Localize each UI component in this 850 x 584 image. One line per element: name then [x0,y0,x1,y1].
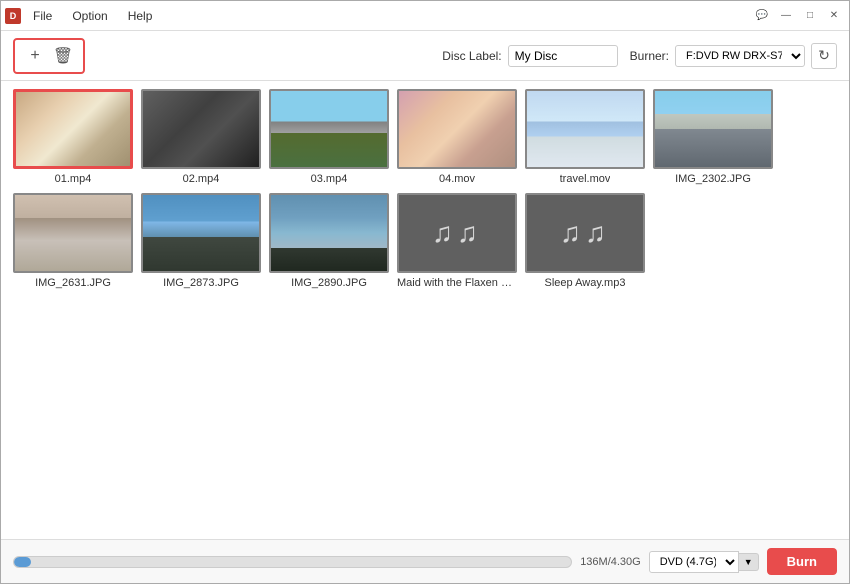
menu-option[interactable]: Option [64,7,115,25]
media-label-item-travel: travel.mov [560,173,611,185]
burner-select[interactable]: F:DVD RW DRX-S70U [675,45,805,67]
media-grid: 01.mp4 02.mp4 03.mp4 04.mov travel.mov IMG_23… [13,89,837,289]
message-button[interactable]: 💬 [751,6,773,26]
media-label-item-img2302: IMG_2302.JPG [675,173,751,185]
media-thumb-item-03 [269,89,389,169]
media-label-item-02: 02.mp4 [183,173,220,185]
menu-bar: File Option Help [25,7,160,25]
title-bar: D File Option Help 💬 — □ ✕ [1,1,849,31]
media-thumb-inner-item-img2873 [143,195,259,271]
media-item-item-img2873[interactable]: IMG_2873.JPG [141,193,261,289]
delete-button[interactable]: 🗑 [51,44,75,68]
media-content: 01.mp4 02.mp4 03.mp4 04.mov travel.mov IMG_23… [1,81,849,539]
media-thumb-item-maid: ♫♫ [397,193,517,273]
close-button[interactable]: ✕ [823,6,845,26]
media-thumb-item-img2631 [13,193,133,273]
media-label-item-maid: Maid with the Flaxen Hair... [397,277,517,289]
media-thumb-item-img2890 [269,193,389,273]
media-thumb-item-01 [13,89,133,169]
media-item-item-img2631[interactable]: IMG_2631.JPG [13,193,133,289]
media-item-item-img2302[interactable]: IMG_2302.JPG [653,89,773,185]
menu-file[interactable]: File [25,7,60,25]
dvd-select-group: DVD (4.7G) ▼ [649,551,759,573]
music-note-icon: ♫♫ [432,217,482,249]
media-thumb-item-02 [141,89,261,169]
media-thumb-inner-item-03 [271,91,387,167]
media-label-item-img2873: IMG_2873.JPG [163,277,239,289]
media-thumb-item-04 [397,89,517,169]
bottom-bar: 136M/4.30G DVD (4.7G) ▼ Burn [1,539,849,583]
media-thumb-inner-item-04 [399,91,515,167]
media-label-item-03: 03.mp4 [311,173,348,185]
media-thumb-inner-item-01 [16,92,130,166]
media-item-item-maid[interactable]: ♫♫ Maid with the Flaxen Hair... [397,193,517,289]
progress-bar [13,556,572,568]
disc-label-text: Disc Label: [442,49,501,63]
media-thumb-inner-item-img2302 [655,91,771,167]
media-thumb-inner-item-sleep: ♫♫ [527,195,643,271]
media-thumb-inner-item-img2631 [15,195,131,271]
disc-label-input[interactable] [508,45,618,67]
maximize-button[interactable]: □ [799,6,821,26]
burner-label: Burner: [630,49,669,63]
media-label-item-img2890: IMG_2890.JPG [291,277,367,289]
window-controls: 💬 — □ ✕ [751,6,845,26]
media-item-item-travel[interactable]: travel.mov [525,89,645,185]
media-thumb-item-travel [525,89,645,169]
disc-label-group: Disc Label: [442,45,617,67]
media-label-item-img2631: IMG_2631.JPG [35,277,111,289]
media-item-item-04[interactable]: 04.mov [397,89,517,185]
media-item-item-01[interactable]: 01.mp4 [13,89,133,185]
toolbar: + 🗑 Disc Label: Burner: F:DVD RW DRX-S70… [1,31,849,81]
media-item-item-02[interactable]: 02.mp4 [141,89,261,185]
media-label-item-01: 01.mp4 [55,173,92,185]
media-thumb-inner-item-travel [527,91,643,167]
burner-group: Burner: F:DVD RW DRX-S70U ↻ [630,43,837,69]
media-item-item-03[interactable]: 03.mp4 [269,89,389,185]
media-item-item-img2890[interactable]: IMG_2890.JPG [269,193,389,289]
media-label-item-sleep: Sleep Away.mp3 [545,277,626,289]
media-thumb-inner-item-img2890 [271,195,387,271]
dvd-select[interactable]: DVD (4.7G) [649,551,739,573]
media-label-item-04: 04.mov [439,173,475,185]
progress-fill [14,557,31,567]
music-note-icon: ♫♫ [560,217,610,249]
media-thumb-inner-item-maid: ♫♫ [399,195,515,271]
media-thumb-item-img2302 [653,89,773,169]
refresh-button[interactable]: ↻ [811,43,837,69]
main-window: D File Option Help 💬 — □ ✕ + 🗑 Disc Labe… [0,0,850,584]
media-thumb-inner-item-02 [143,91,259,167]
add-button[interactable]: + [23,44,47,68]
storage-info: 136M/4.30G [580,556,641,568]
dvd-dropdown-button[interactable]: ▼ [739,553,759,571]
app-icon: D [5,8,21,24]
media-item-item-sleep[interactable]: ♫♫ Sleep Away.mp3 [525,193,645,289]
add-delete-group: + 🗑 [13,38,85,74]
burn-button[interactable]: Burn [767,548,837,575]
minimize-button[interactable]: — [775,6,797,26]
media-thumb-item-sleep: ♫♫ [525,193,645,273]
media-thumb-item-img2873 [141,193,261,273]
menu-help[interactable]: Help [120,7,161,25]
